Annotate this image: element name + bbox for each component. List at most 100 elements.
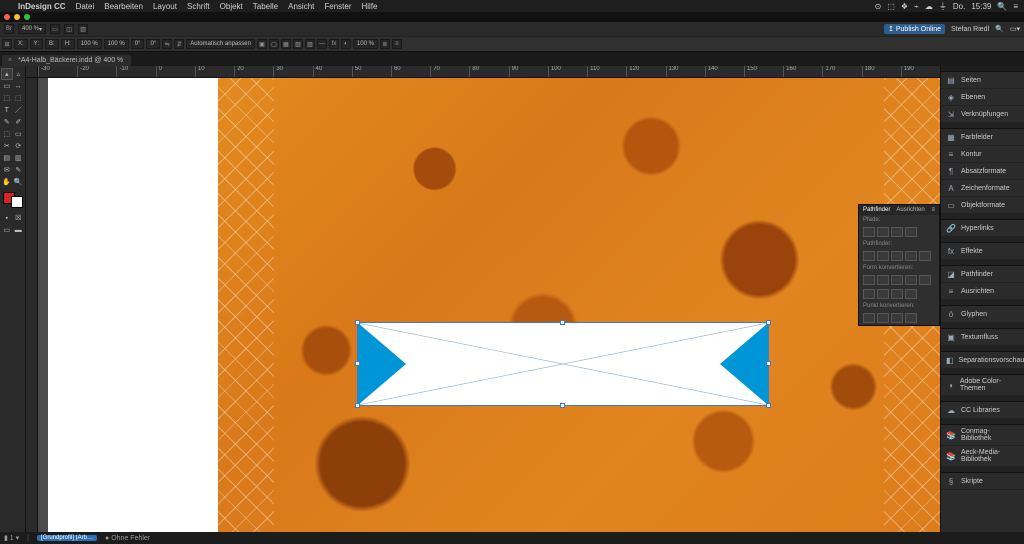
line-tool-icon[interactable]: ／ [13, 104, 25, 116]
rail-item-separations[interactable]: ◧Separationsvorschau [941, 352, 1024, 369]
transform-tool-icon[interactable]: ⟳ [13, 140, 25, 152]
spotlight-icon[interactable]: 🔍 [997, 2, 1007, 11]
menu-ansicht[interactable]: Ansicht [288, 2, 314, 11]
content-placer-icon[interactable]: ⬚ [13, 92, 25, 104]
clock-time[interactable]: 15:39 [971, 2, 991, 11]
h-field[interactable]: H: [61, 39, 75, 49]
panel-tab-pathfinder[interactable]: Pathfinder [863, 207, 890, 213]
rail-item-effekte[interactable]: fxEffekte [941, 243, 1024, 260]
ruler-origin[interactable] [26, 66, 38, 78]
rail-item-colorthemes[interactable]: ◑Adobe Color-Themen [941, 375, 1024, 396]
preflight-profile[interactable]: [Grundprofil] (Arb… [37, 535, 97, 541]
pathfinder-intersect-icon[interactable] [891, 251, 903, 261]
window-zoom-button[interactable] [24, 14, 30, 20]
gradient-tool-icon[interactable]: ▤ [1, 152, 13, 164]
close-icon[interactable]: × [8, 57, 12, 64]
rail-item-pathfinder[interactable]: ◪Pathfinder [941, 266, 1024, 283]
opacity-field[interactable]: 100 % [353, 39, 378, 49]
convert-inverse-icon[interactable] [905, 275, 917, 285]
selection-handle[interactable] [355, 403, 360, 408]
publish-online-button[interactable]: ↥ Publish Online [884, 24, 945, 34]
app-name[interactable]: InDesign CC [18, 2, 66, 11]
ref-point-icon[interactable]: ⊞ [2, 39, 12, 49]
status-icon[interactable]: ⬚ [887, 2, 895, 11]
fit-icon[interactable]: ▧ [293, 39, 303, 49]
direct-selection-tool-icon[interactable]: ▵ [13, 68, 25, 80]
flip-v-icon[interactable]: ⇵ [174, 39, 184, 49]
fit-icon[interactable]: ▦ [281, 39, 291, 49]
path-close-icon[interactable] [891, 227, 903, 237]
y-field[interactable]: Y: [30, 39, 43, 49]
menu-layout[interactable]: Layout [153, 2, 177, 11]
menu-fenster[interactable]: Fenster [324, 2, 351, 11]
arrange-icon[interactable]: ▥ [78, 24, 88, 34]
selection-handle[interactable] [766, 320, 771, 325]
rectangle-tool-icon[interactable]: ▭ [13, 128, 25, 140]
selection-tool-icon[interactable]: ▴ [1, 68, 13, 80]
hand-tool-icon[interactable]: ✋ [1, 176, 13, 188]
rail-item-farbfelder[interactable]: ▦Farbfelder [941, 129, 1024, 146]
fitting-label[interactable]: Automatisch anpassen [186, 39, 255, 49]
point-corner-icon[interactable] [877, 313, 889, 323]
stroke-color-icon[interactable] [11, 196, 23, 208]
panel-menu-icon[interactable]: ≡ [931, 207, 935, 213]
rectangle-frame-tool-icon[interactable]: ⬚ [1, 128, 13, 140]
selected-banner-frame[interactable] [358, 323, 768, 405]
shear-field[interactable]: 0° [146, 39, 160, 49]
menu-datei[interactable]: Datei [76, 2, 95, 11]
x-field[interactable]: X: [14, 39, 28, 49]
stroke-icon[interactable]: — [317, 39, 327, 49]
panel-tab-ausrichten[interactable]: Ausrichten [896, 207, 924, 213]
status-icon[interactable]: ⊙ [875, 2, 882, 11]
search-icon[interactable]: 🔍 [995, 25, 1004, 33]
path-join-icon[interactable] [863, 227, 875, 237]
menu-tabelle[interactable]: Tabelle [253, 2, 278, 11]
fit-icon[interactable]: ▣ [257, 39, 267, 49]
selection-handle[interactable] [766, 361, 771, 366]
rail-item-links[interactable]: ⇲Verknüpfungen [941, 106, 1024, 123]
rail-item-aeck[interactable]: 📚Aeck-Media-Bibliothek [941, 446, 1024, 467]
convert-triangle-icon[interactable] [863, 289, 875, 299]
gap-tool-icon[interactable]: ↔ [13, 80, 25, 92]
menu-hilfe[interactable]: Hilfe [362, 2, 378, 11]
convert-roundrect-icon[interactable] [877, 275, 889, 285]
rail-item-glyphen[interactable]: öGlyphen [941, 306, 1024, 323]
selection-handle[interactable] [355, 361, 360, 366]
document-canvas[interactable] [38, 78, 940, 532]
pencil-tool-icon[interactable]: ✐ [13, 116, 25, 128]
status-icon[interactable]: ⌁ [914, 2, 919, 11]
view-mode-preview-icon[interactable]: ▬ [13, 224, 25, 236]
align-icon[interactable]: ≡ [392, 39, 402, 49]
rail-item-absatzformate[interactable]: ¶Absatzformate [941, 163, 1024, 180]
selection-handle[interactable] [560, 403, 565, 408]
convert-bevel-icon[interactable] [891, 275, 903, 285]
point-plain-icon[interactable] [863, 313, 875, 323]
rail-item-ebenen[interactable]: ◈Ebenen [941, 89, 1024, 106]
fit-icon[interactable]: ▨ [305, 39, 315, 49]
page-tool-icon[interactable]: ▭ [1, 80, 13, 92]
zoom-tool-icon[interactable]: 🔍 [13, 176, 25, 188]
background-image[interactable] [218, 78, 940, 532]
type-tool-icon[interactable]: T [1, 104, 13, 116]
pathfinder-subtract-icon[interactable] [877, 251, 889, 261]
menu-bearbeiten[interactable]: Bearbeiten [104, 2, 143, 11]
fx-icon[interactable]: fx [329, 39, 339, 49]
window-minimize-button[interactable] [14, 14, 20, 20]
horizontal-ruler[interactable]: -30 -20 -10 0 10 20 30 40 50 60 70 80 90… [38, 66, 940, 78]
window-close-button[interactable] [4, 14, 10, 20]
note-tool-icon[interactable]: ✉ [1, 164, 13, 176]
selection-handle[interactable] [766, 403, 771, 408]
view-mode-normal-icon[interactable]: ▭ [1, 224, 13, 236]
scale-y-field[interactable]: 100 % [104, 39, 129, 49]
content-collector-icon[interactable]: ⬚ [1, 92, 13, 104]
view-mode-icon[interactable]: ▭ [50, 24, 60, 34]
menu-objekt[interactable]: Objekt [220, 2, 243, 11]
rail-item-textumfluss[interactable]: ▣Textumfluss [941, 329, 1024, 346]
pathfinder-minusback-icon[interactable] [919, 251, 931, 261]
workspace-switcher-icon[interactable]: ▭▾ [1010, 25, 1020, 33]
user-name[interactable]: Stefan Riedl [951, 26, 989, 33]
screen-mode-icon[interactable]: ◫ [64, 24, 74, 34]
wifi-icon[interactable]: ⏚ [939, 1, 947, 12]
rail-item-zeichenformate[interactable]: AZeichenformate [941, 180, 1024, 197]
point-smooth-icon[interactable] [891, 313, 903, 323]
